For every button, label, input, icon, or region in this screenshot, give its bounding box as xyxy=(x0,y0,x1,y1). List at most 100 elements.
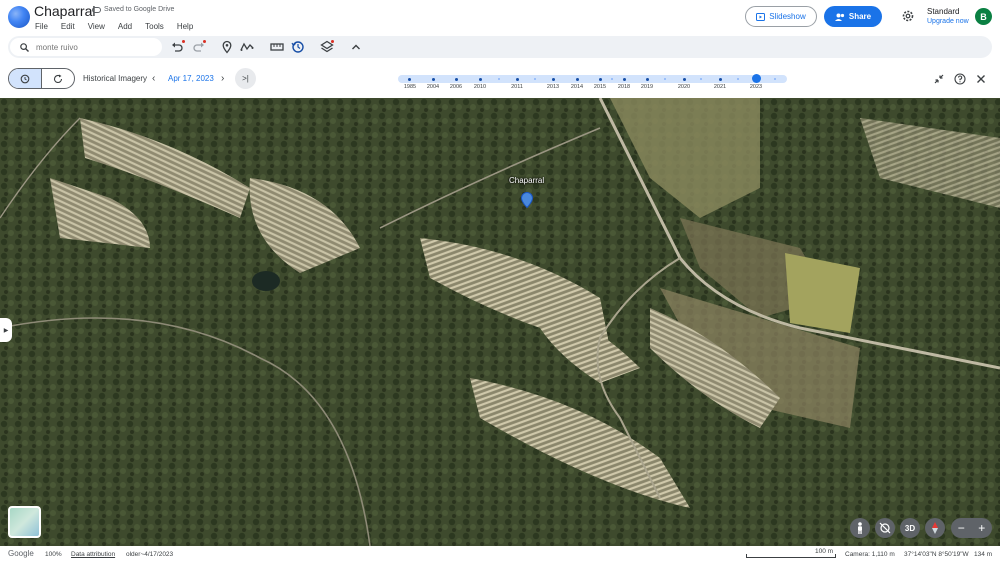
street-view-button[interactable] xyxy=(850,518,870,538)
zoom-controls: − + xyxy=(951,518,992,538)
timeline-point[interactable] xyxy=(432,78,435,81)
layers-badge xyxy=(331,40,334,43)
timeline-point[interactable] xyxy=(408,78,411,81)
timeline-point[interactable] xyxy=(623,78,626,81)
timeline-point[interactable] xyxy=(479,78,482,81)
timeline-selected-knob[interactable] xyxy=(752,74,761,83)
timeline-year-label[interactable]: 2023 xyxy=(750,84,762,90)
placemark-icon[interactable] xyxy=(220,40,234,54)
help-icon[interactable] xyxy=(954,73,966,85)
timeline-year-label[interactable]: 2020 xyxy=(678,84,690,90)
document-title[interactable]: Chaparral xyxy=(34,3,95,19)
timeline-year-label[interactable]: 2021 xyxy=(714,84,726,90)
timeline-year-label[interactable]: 2013 xyxy=(547,84,559,90)
timeline-year-label[interactable]: 2011 xyxy=(511,84,523,90)
slideshow-label: Slideshow xyxy=(769,12,806,21)
pegman-icon xyxy=(858,522,862,534)
timeline-year-label[interactable]: 2014 xyxy=(571,84,583,90)
data-attribution-link[interactable]: Data attribution xyxy=(71,551,115,558)
location-off-icon xyxy=(879,522,891,534)
jump-to-latest-button[interactable]: >| xyxy=(235,68,256,89)
timeline-point[interactable] xyxy=(516,78,519,81)
timeline-point[interactable] xyxy=(534,78,536,80)
menu-add[interactable]: Add xyxy=(118,22,132,31)
refresh-icon xyxy=(53,74,62,83)
menu-edit[interactable]: Edit xyxy=(61,22,75,31)
menu-file[interactable]: File xyxy=(35,22,48,31)
collapse-arrows-icon[interactable] xyxy=(933,73,945,85)
timeline-point[interactable] xyxy=(700,78,702,80)
menu-tools[interactable]: Tools xyxy=(145,22,164,31)
timeline-year-label[interactable]: 2006 xyxy=(450,84,462,90)
toggle-3d-button[interactable]: 3D xyxy=(900,518,920,538)
place-label[interactable]: Chaparral xyxy=(509,176,544,185)
history-mode-button[interactable] xyxy=(9,69,42,88)
menu-bar: File Edit View Add Tools Help xyxy=(35,22,193,31)
timeline-year-label[interactable]: 2018 xyxy=(618,84,630,90)
path-icon[interactable] xyxy=(240,40,254,54)
imagery-date-selector[interactable]: Apr 17, 2023 xyxy=(168,74,214,83)
timeline-point[interactable] xyxy=(719,78,722,81)
saved-status-text: Saved to Google Drive xyxy=(104,6,175,13)
search-box[interactable] xyxy=(10,38,162,56)
side-panel-toggle[interactable]: ▶ xyxy=(0,318,12,342)
timeline-point[interactable] xyxy=(737,78,739,80)
camera-altitude: Camera: 1,110 m xyxy=(845,551,895,558)
placemark-pin-icon[interactable] xyxy=(521,192,533,208)
timeline-year-label[interactable]: 1985 xyxy=(404,84,416,90)
scale-bar xyxy=(746,554,836,558)
timeline-point[interactable] xyxy=(552,78,555,81)
restore-button[interactable] xyxy=(42,69,75,88)
slideshow-button[interactable]: Slideshow xyxy=(745,6,817,27)
location-off-button[interactable] xyxy=(875,518,895,538)
timeline-year-label[interactable]: 2019 xyxy=(641,84,653,90)
search-input[interactable] xyxy=(36,40,156,54)
chevron-left-icon[interactable]: ‹ xyxy=(152,73,155,84)
historical-imagery-icon[interactable] xyxy=(291,40,305,54)
timeline-year-label[interactable]: 2010 xyxy=(474,84,486,90)
plan-name: Standard xyxy=(927,7,960,16)
elevation: 134 m xyxy=(974,551,993,558)
share-label: Share xyxy=(848,12,872,21)
timeline-year-label[interactable]: 2004 xyxy=(427,84,439,90)
chevron-right-icon[interactable]: › xyxy=(221,73,224,84)
menu-view[interactable]: View xyxy=(88,22,105,31)
satellite-imagery xyxy=(0,98,1000,546)
timeline-point[interactable] xyxy=(774,78,776,80)
timeline-track[interactable] xyxy=(398,74,787,83)
timeline-point[interactable] xyxy=(599,78,602,81)
measure-ruler-icon[interactable] xyxy=(270,40,284,54)
redo-badge xyxy=(203,40,206,43)
zoom-level: 100% xyxy=(45,551,62,558)
avatar[interactable]: B xyxy=(975,8,992,25)
historical-imagery-label: Historical Imagery xyxy=(83,74,148,83)
timeline-point[interactable] xyxy=(646,78,649,81)
imagery-date-status: older~4/17/2023 xyxy=(126,551,174,558)
upgrade-link[interactable]: Upgrade now xyxy=(927,17,969,27)
timeline-point[interactable] xyxy=(664,78,666,80)
timeline-point[interactable] xyxy=(498,78,500,80)
status-bar: Google 100% Data attribution older~4/17/… xyxy=(0,546,1000,562)
cloud-check-icon xyxy=(92,6,101,13)
chevron-up-icon[interactable] xyxy=(349,40,363,54)
slideshow-icon xyxy=(756,12,766,21)
timeline-point[interactable] xyxy=(683,78,686,81)
menu-help[interactable]: Help xyxy=(177,22,193,31)
earth-logo-icon[interactable] xyxy=(8,6,30,28)
share-button[interactable]: Share xyxy=(824,6,882,27)
timeline-year-label[interactable]: 2015 xyxy=(594,84,606,90)
zoom-out-button[interactable]: − xyxy=(958,521,965,535)
compass-button[interactable] xyxy=(925,518,945,538)
settings-gear-icon[interactable] xyxy=(901,9,915,23)
zoom-in-button[interactable]: + xyxy=(978,521,985,535)
history-clock-icon xyxy=(20,74,30,83)
minimap[interactable] xyxy=(8,506,41,538)
timeline-point[interactable] xyxy=(455,78,458,81)
close-icon[interactable] xyxy=(975,73,987,85)
timeline-point[interactable] xyxy=(576,78,579,81)
saved-status: Saved to Google Drive xyxy=(92,6,174,13)
historical-imagery-bar: Historical Imagery ‹ Apr 17, 2023 › >| xyxy=(0,60,1000,98)
timeline-point[interactable] xyxy=(611,78,613,80)
compass-icon xyxy=(932,522,938,534)
satellite-map[interactable]: Chaparral ▶ 3D − + xyxy=(0,98,1000,546)
